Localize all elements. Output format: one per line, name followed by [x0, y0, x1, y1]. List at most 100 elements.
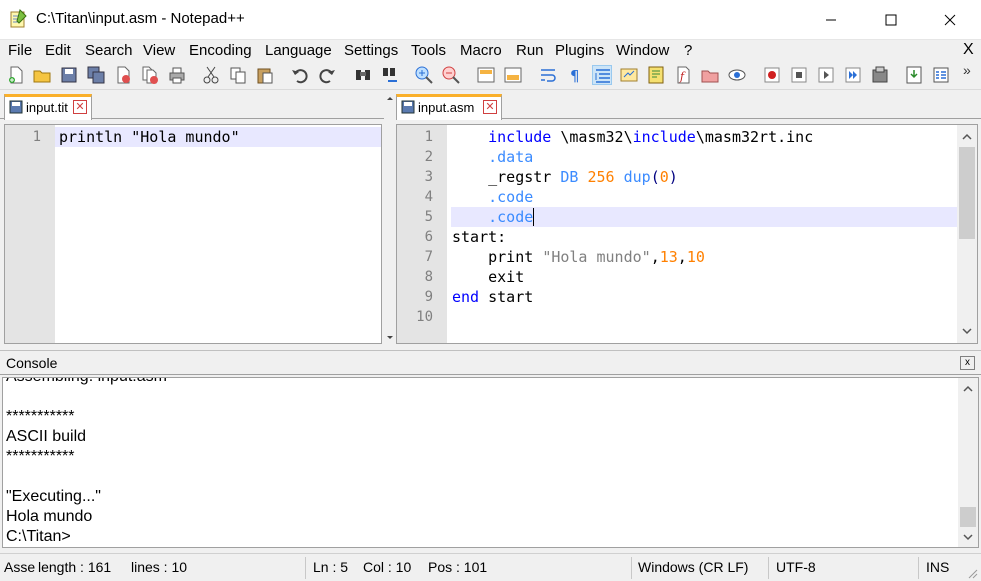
- menu-search[interactable]: Search: [85, 42, 133, 59]
- pane-splitter[interactable]: [384, 92, 396, 348]
- menu-encoding[interactable]: Encoding: [189, 42, 252, 59]
- tab-close-icon[interactable]: ✕: [483, 100, 497, 114]
- right-editor[interactable]: 1 2 3 4 5 6 7 8 9 10 include \masm32\include\masm…: [396, 124, 978, 344]
- replace-icon[interactable]: [380, 65, 400, 85]
- close-all-icon[interactable]: [140, 65, 160, 85]
- monitoring-icon[interactable]: [727, 65, 747, 85]
- code-token: \masm32\: [551, 128, 633, 146]
- zoom-in-icon[interactable]: [414, 65, 434, 85]
- status-length: length : 161: [38, 559, 112, 575]
- console-line: Assembling: input.asm: [6, 378, 167, 387]
- status-eol[interactable]: Windows (CR LF): [638, 559, 748, 575]
- cut-icon[interactable]: [201, 65, 221, 85]
- copy-icon[interactable]: [228, 65, 248, 85]
- close-icon: [944, 14, 956, 26]
- console-scrollbar[interactable]: [958, 378, 978, 547]
- menu-tools[interactable]: Tools: [411, 42, 446, 59]
- menu-file[interactable]: File: [8, 42, 32, 59]
- zoom-out-icon[interactable]: [441, 65, 461, 85]
- redo-icon[interactable]: [317, 65, 337, 85]
- code-token: .code: [488, 188, 534, 206]
- menu-settings[interactable]: Settings: [344, 42, 398, 59]
- close-file-icon[interactable]: [113, 65, 133, 85]
- play-macro-icon[interactable]: [816, 65, 836, 85]
- find-icon[interactable]: [353, 65, 373, 85]
- run-macro-multiple-icon[interactable]: [843, 65, 863, 85]
- menu-language[interactable]: Language: [265, 42, 332, 59]
- line-number: 4: [424, 189, 433, 205]
- code-token: _regstr: [452, 168, 561, 186]
- open-file-icon[interactable]: [32, 65, 52, 85]
- record-macro-icon[interactable]: [762, 65, 782, 85]
- status-encoding[interactable]: UTF-8: [776, 559, 816, 575]
- menu-edit[interactable]: Edit: [45, 42, 71, 59]
- code-token: start: [479, 288, 534, 306]
- scrollbar-thumb[interactable]: [960, 507, 976, 527]
- console-line: Hola mundo: [6, 508, 93, 525]
- code-line: .data: [452, 147, 533, 167]
- code-token: 13: [659, 248, 678, 266]
- user-language-icon[interactable]: [619, 65, 639, 85]
- save-all-icon[interactable]: [86, 65, 106, 85]
- tab-label: input.asm: [418, 100, 475, 115]
- resize-grip-icon[interactable]: [965, 566, 979, 580]
- status-language: Asse: [4, 559, 36, 575]
- show-all-chars-icon[interactable]: ¶: [565, 65, 585, 85]
- console-title: Console: [6, 355, 58, 371]
- status-insert-mode[interactable]: INS: [926, 559, 949, 575]
- menu-macro[interactable]: Macro: [460, 42, 502, 59]
- file-saved-icon: [401, 100, 415, 114]
- line-number: 9: [424, 289, 433, 305]
- menu-window[interactable]: Window: [616, 42, 669, 59]
- menu-plugins[interactable]: Plugins: [555, 42, 604, 59]
- menu-help[interactable]: ?: [684, 42, 692, 59]
- print-icon[interactable]: [167, 65, 187, 85]
- code-line: println "Hola mundo": [59, 128, 240, 146]
- console-close-icon[interactable]: x: [960, 356, 975, 370]
- code-token: print: [452, 248, 543, 266]
- document-map-icon[interactable]: [646, 65, 666, 85]
- code-line: .code: [452, 187, 533, 207]
- code-line: .code: [452, 207, 535, 227]
- sync-vertical-icon[interactable]: [476, 65, 496, 85]
- indent-guide-icon[interactable]: [592, 65, 612, 85]
- menu-run[interactable]: Run: [516, 42, 544, 59]
- tab-input-asm[interactable]: input.asm ✕: [396, 94, 502, 120]
- folder-workspace-icon[interactable]: [700, 65, 720, 85]
- console-line: ***********: [6, 408, 75, 425]
- console-line: ASCII build: [6, 428, 87, 445]
- line-number: 6: [424, 229, 433, 245]
- minimize-button[interactable]: [807, 0, 855, 40]
- paste-icon[interactable]: [255, 65, 275, 85]
- new-file-icon[interactable]: [6, 65, 26, 85]
- save-icon[interactable]: [59, 65, 79, 85]
- left-editor[interactable]: 1 println "Hola mundo": [4, 124, 382, 344]
- plugin-a-icon[interactable]: [904, 65, 924, 85]
- line-number: 10: [416, 309, 433, 325]
- menu-view[interactable]: View: [143, 42, 175, 59]
- vertical-scrollbar[interactable]: [957, 125, 977, 343]
- status-position: Pos : 101: [428, 559, 488, 575]
- close-window-button[interactable]: [926, 0, 974, 40]
- save-macro-icon[interactable]: [870, 65, 890, 85]
- sync-horizontal-icon[interactable]: [503, 65, 523, 85]
- maximize-button[interactable]: [867, 0, 915, 40]
- stop-macro-icon[interactable]: [789, 65, 809, 85]
- line-number: 5: [424, 209, 433, 225]
- close-document-button[interactable]: X: [963, 41, 974, 59]
- status-line-number: Ln : 5: [313, 559, 349, 575]
- tab-input-tit[interactable]: input.tit ✕: [4, 94, 92, 120]
- word-wrap-icon[interactable]: [538, 65, 558, 85]
- console-output[interactable]: Assembling: input.asm *********** ASCII bu…: [2, 377, 979, 548]
- function-list-icon[interactable]: f: [673, 65, 693, 85]
- tab-close-icon[interactable]: ✕: [73, 100, 87, 114]
- code-line: exit: [452, 267, 524, 287]
- toolbar-overflow-chevron-icon[interactable]: »: [963, 62, 971, 78]
- undo-icon[interactable]: [290, 65, 310, 85]
- scrollbar-thumb[interactable]: [959, 147, 975, 239]
- plugin-b-icon[interactable]: [931, 65, 951, 85]
- code-token: end: [452, 288, 480, 306]
